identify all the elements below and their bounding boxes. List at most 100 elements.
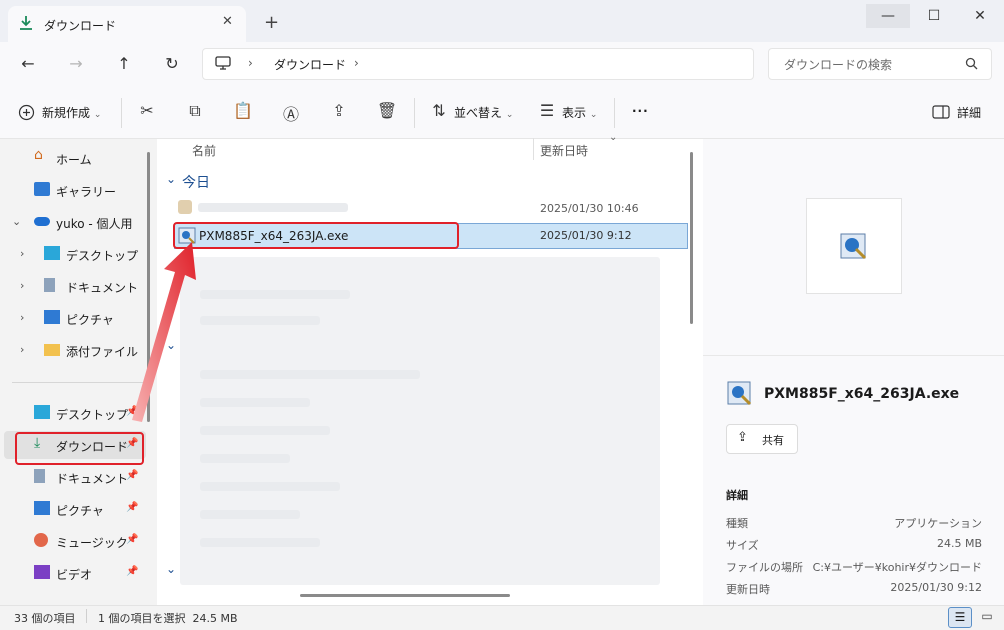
installer-icon — [727, 381, 752, 406]
detail-key: 種類 — [726, 517, 748, 530]
blurred-file-rows — [180, 257, 660, 585]
sort-button-label: 並べ替え — [454, 106, 503, 120]
selection-info: 1 個の項目を選択 24.5 MB — [98, 612, 238, 625]
minimize-button[interactable]: — — [866, 4, 910, 28]
sidebar-item-quick-pictures[interactable]: ピクチャ 📌 — [0, 495, 150, 523]
pin-icon[interactable]: 📌 — [126, 502, 138, 513]
music-icon — [34, 533, 48, 547]
details-pane-icon — [932, 105, 950, 119]
document-icon — [44, 278, 55, 292]
sidebar-item-videos[interactable]: ビデオ 📌 — [0, 559, 150, 587]
paste-icon[interactable]: 📋 — [232, 101, 254, 120]
close-window-button[interactable]: ✕ — [958, 4, 1002, 28]
refresh-button[interactable]: ↻ — [160, 54, 184, 74]
download-icon — [20, 16, 32, 30]
sidebar-item-label: ギャラリー — [56, 185, 117, 199]
detail-value: アプリケーション — [894, 517, 982, 530]
chevron-down-icon[interactable]: ⌄ — [12, 215, 21, 228]
chevron-right-icon[interactable]: › — [20, 311, 24, 324]
cut-icon[interactable]: ✂ — [136, 101, 158, 120]
tiles-view-icon[interactable]: ▭ — [976, 607, 998, 626]
sort-chevron-icon: ⌄ — [609, 132, 618, 143]
sidebar-item-quick-documents[interactable]: ドキュメント 📌 — [0, 463, 150, 491]
pin-icon[interactable]: 📌 — [126, 470, 138, 481]
blurred-row — [200, 482, 340, 491]
details-heading: 詳細 — [726, 489, 748, 502]
chevron-down-icon[interactable]: ⌄ — [166, 562, 176, 576]
close-tab-button[interactable]: ✕ — [222, 14, 233, 29]
up-button[interactable]: ↑ — [112, 54, 136, 74]
folder-icon — [44, 344, 60, 356]
file-date: 2025/01/30 10:46 — [540, 202, 639, 215]
blurred-row — [200, 538, 320, 547]
sidebar-item-label: ピクチャ — [56, 504, 104, 518]
column-header-modified[interactable]: 更新日時 — [540, 142, 588, 159]
horizontal-scrollbar[interactable] — [300, 594, 510, 597]
delete-icon[interactable]: 🗑 — [376, 101, 398, 120]
file-icon — [178, 200, 192, 214]
details-button[interactable]: 詳細 — [957, 104, 981, 121]
forward-button[interactable]: → — [64, 54, 88, 74]
file-list-scrollbar[interactable] — [690, 152, 693, 324]
sidebar-item-label: ビデオ — [56, 568, 93, 582]
sidebar-item-home[interactable]: ⌂ ホーム — [0, 144, 150, 172]
chevron-down-icon: ⌄ — [505, 110, 514, 120]
detail-value: C:¥ユーザー¥kohir¥ダウンロード — [812, 561, 982, 574]
column-header-name[interactable]: 名前 — [192, 142, 216, 159]
group-header-today[interactable]: 今日 — [182, 172, 210, 192]
chevron-down-icon: ⌄ — [93, 110, 102, 120]
sidebar-item-onedrive[interactable]: ⌄ yuko - 個人用 — [0, 208, 150, 236]
detail-value: 2025/01/30 9:12 — [890, 581, 982, 594]
pictures-icon — [34, 501, 50, 515]
rename-icon[interactable]: Ⓐ — [280, 101, 302, 125]
highlight-box — [15, 432, 144, 465]
chevron-down-icon[interactable]: ⌄ — [166, 172, 176, 186]
pictures-icon — [44, 310, 60, 324]
blurred-row — [200, 370, 420, 379]
sidebar-item-label: ホーム — [56, 153, 92, 167]
search-input[interactable]: ダウンロードの検索 — [784, 56, 892, 73]
share-icon[interactable]: ⇪ — [328, 101, 350, 120]
new-button[interactable]: 新規作成 ⌄ — [42, 104, 101, 121]
new-tab-button[interactable]: + — [264, 12, 279, 33]
view-icon: ☰ — [539, 101, 555, 120]
preview-file-name: PXM885F_x64_263JA.exe — [764, 386, 960, 402]
document-icon — [34, 469, 45, 483]
more-options-button[interactable]: ··· — [632, 104, 649, 118]
column-divider[interactable] — [533, 138, 534, 160]
back-button[interactable]: ← — [16, 54, 40, 74]
breadcrumb-chevron-icon[interactable]: › — [354, 56, 359, 70]
pin-icon[interactable]: 📌 — [126, 534, 138, 545]
sidebar-item-music[interactable]: ミュージック 📌 — [0, 527, 150, 555]
blurred-row — [200, 454, 290, 463]
breadcrumb-chevron-icon: › — [248, 56, 253, 70]
sidebar-item-label: ミュージック — [56, 536, 128, 550]
item-count: 33 個の項目 — [14, 612, 76, 625]
divider — [86, 609, 87, 623]
view-button[interactable]: 表示 ⌄ — [562, 104, 597, 121]
new-button-label: 新規作成 — [42, 106, 91, 120]
divider — [414, 98, 415, 128]
gallery-icon — [34, 182, 50, 196]
sort-button[interactable]: 並べ替え ⌄ — [454, 104, 513, 121]
sidebar-item-label: ドキュメント — [56, 472, 129, 486]
chevron-right-icon[interactable]: › — [20, 247, 24, 260]
divider — [121, 98, 122, 128]
chevron-down-icon: ⌄ — [589, 110, 598, 120]
cloud-icon — [34, 217, 50, 226]
computer-icon — [215, 56, 231, 70]
search-icon — [965, 57, 978, 70]
file-name-blurred[interactable] — [198, 203, 348, 212]
sidebar-item-gallery[interactable]: ギャラリー — [0, 176, 150, 204]
chevron-right-icon[interactable]: › — [20, 343, 24, 356]
installer-icon — [840, 233, 867, 260]
sidebar-item-label: ピクチャ — [66, 313, 114, 327]
share-icon: ⇪ — [737, 430, 748, 445]
detail-key: サイズ — [726, 539, 759, 552]
maximize-button[interactable]: ☐ — [912, 4, 956, 28]
chevron-right-icon[interactable]: › — [20, 279, 24, 292]
copy-icon[interactable]: ⧉ — [184, 101, 206, 121]
pin-icon[interactable]: 📌 — [126, 566, 138, 577]
breadcrumb-item[interactable]: ダウンロード — [274, 56, 346, 73]
details-view-icon[interactable]: ☰ — [948, 607, 972, 628]
